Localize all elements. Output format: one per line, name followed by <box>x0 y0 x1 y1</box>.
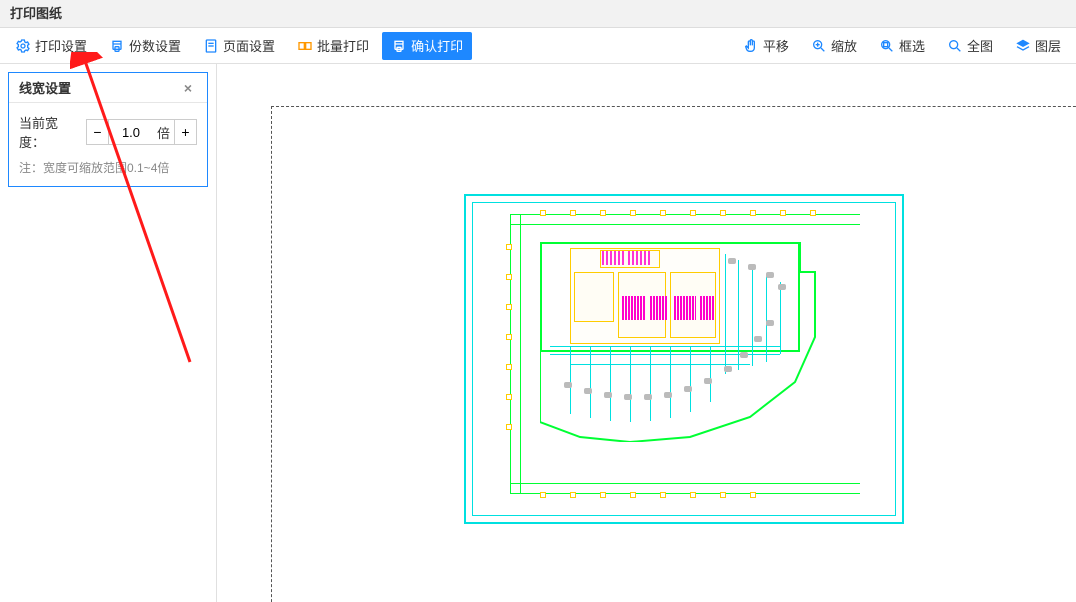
title-text: 打印图纸 <box>10 6 62 21</box>
width-note: 注：宽度可缩放范围0.1~4倍 <box>19 159 197 176</box>
select-icon <box>879 38 895 54</box>
zoom-button[interactable]: 缩放 <box>802 32 866 60</box>
box-select-button[interactable]: 框选 <box>870 32 934 60</box>
copies-icon <box>109 38 125 54</box>
toolbar: 打印设置 份数设置 页面设置 批量打印 确认打印 平移 <box>0 28 1076 64</box>
layers-label: 图层 <box>1035 36 1061 55</box>
page-setup-label: 页面设置 <box>223 36 275 55</box>
page-icon <box>203 38 219 54</box>
page-setup-button[interactable]: 页面设置 <box>194 32 284 60</box>
drawing-sheet <box>464 194 904 524</box>
print-settings-button[interactable]: 打印设置 <box>6 32 96 60</box>
pan-label: 平移 <box>763 36 789 55</box>
batch-print-label: 批量打印 <box>317 36 369 55</box>
print-boundary <box>271 106 1076 602</box>
confirm-print-label: 确认打印 <box>411 36 463 55</box>
window-title: 打印图纸 <box>0 0 1076 28</box>
confirm-print-button[interactable]: 确认打印 <box>382 32 472 60</box>
print-settings-label: 打印设置 <box>35 36 87 55</box>
print-icon <box>391 38 407 54</box>
stepper-plus[interactable]: + <box>174 120 196 144</box>
stepper-minus[interactable]: − <box>87 120 109 144</box>
zoom-label: 缩放 <box>831 36 857 55</box>
width-stepper[interactable]: − 倍 + <box>86 119 197 145</box>
batch-icon <box>297 38 313 54</box>
layers-icon <box>1015 38 1031 54</box>
panel-title: 线宽设置 <box>19 78 71 97</box>
pan-button[interactable]: 平移 <box>734 32 798 60</box>
copies-button[interactable]: 份数设置 <box>100 32 190 60</box>
side-panel-container: 线宽设置 × 当前宽度： − 倍 + 注：宽度可缩放范围0.1~4倍 <box>0 64 216 602</box>
layers-button[interactable]: 图层 <box>1006 32 1070 60</box>
fit-label: 全图 <box>967 36 993 55</box>
copies-label: 份数设置 <box>129 36 181 55</box>
width-input[interactable] <box>109 120 153 144</box>
panel-body: 当前宽度： − 倍 + 注：宽度可缩放范围0.1~4倍 <box>9 103 207 186</box>
width-unit: 倍 <box>157 123 170 142</box>
panel-close-button[interactable]: × <box>179 79 197 97</box>
width-row: 当前宽度： − 倍 + <box>19 113 197 151</box>
fit-button[interactable]: 全图 <box>938 32 1002 60</box>
box-select-label: 框选 <box>899 36 925 55</box>
panel-header: 线宽设置 × <box>9 73 207 103</box>
width-label: 当前宽度： <box>19 113 82 151</box>
content-area: 线宽设置 × 当前宽度： − 倍 + 注：宽度可缩放范围0.1~4倍 <box>0 64 1076 602</box>
gear-icon <box>15 38 31 54</box>
batch-print-button[interactable]: 批量打印 <box>288 32 378 60</box>
fit-icon <box>947 38 963 54</box>
floor-plan <box>510 214 860 494</box>
line-width-panel: 线宽设置 × 当前宽度： − 倍 + 注：宽度可缩放范围0.1~4倍 <box>8 72 208 187</box>
canvas[interactable] <box>216 64 1076 602</box>
hand-icon <box>743 38 759 54</box>
zoom-icon <box>811 38 827 54</box>
